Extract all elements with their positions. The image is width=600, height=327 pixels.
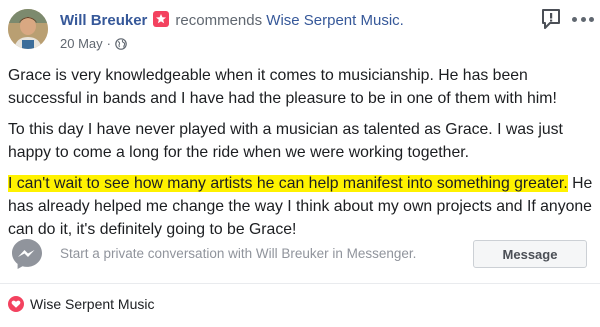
post-footer: Wise Serpent Music (8, 296, 154, 312)
avatar-photo (8, 9, 48, 49)
page-name-link[interactable]: Wise Serpent Music. (266, 12, 404, 29)
author-name-link[interactable]: Will Breuker (60, 12, 147, 29)
recommendation-verb: recommends (175, 12, 263, 29)
report-icon[interactable] (540, 8, 562, 30)
post-date[interactable]: 20 May (60, 36, 103, 51)
post-meta: 20 May · (60, 36, 127, 51)
recommendation-text: Grace is very knowledgeable when it come… (8, 64, 593, 249)
more-options-icon[interactable] (572, 12, 594, 26)
recommend-star-icon (153, 11, 170, 27)
messenger-prompt-text: Start a private conversation with Will B… (60, 246, 417, 261)
footer-page-name[interactable]: Wise Serpent Music (30, 296, 154, 312)
globe-icon[interactable] (115, 37, 127, 50)
paragraph-1: Grace is very knowledgeable when it come… (8, 67, 557, 107)
footer-divider (0, 283, 600, 284)
post-actions (540, 8, 594, 30)
post-title-line: Will Breuker recommends Wise Serpent Musi… (60, 11, 404, 29)
heart-icon (8, 296, 24, 312)
messenger-prompt-row: Start a private conversation with Will B… (0, 228, 600, 274)
post-header: Will Breuker recommends Wise Serpent Musi… (0, 0, 600, 58)
highlighted-sentence: I can't wait to see how many artists he … (8, 175, 568, 192)
message-button[interactable]: Message (473, 240, 587, 268)
paragraph-2: To this day I have never played with a m… (8, 121, 563, 161)
author-avatar[interactable] (8, 9, 48, 49)
meta-separator: · (106, 36, 111, 51)
messenger-icon (10, 237, 44, 271)
